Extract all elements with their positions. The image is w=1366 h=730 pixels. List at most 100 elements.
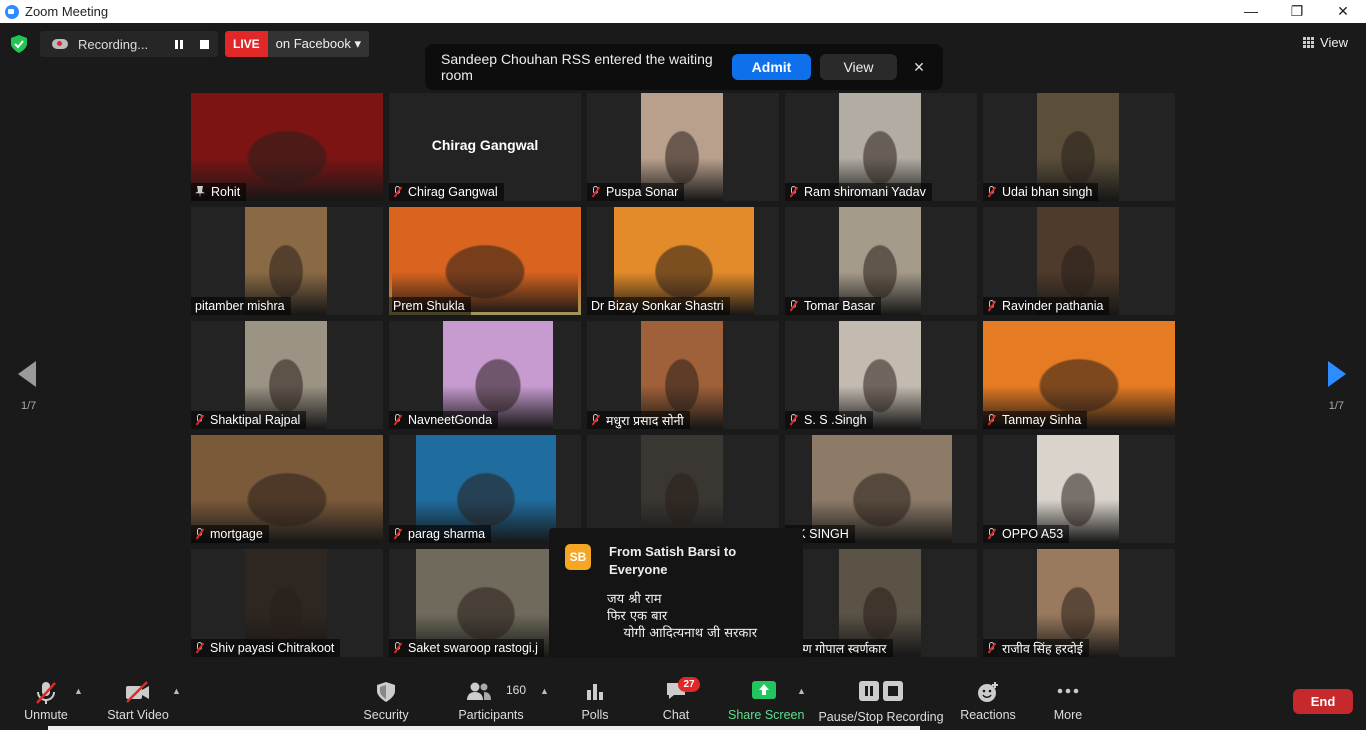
reactions-button[interactable]: Reactions bbox=[956, 672, 1020, 730]
participant-tile[interactable]: Shiv payasi Chitrakoot bbox=[191, 549, 383, 657]
muted-microphone-icon bbox=[36, 682, 56, 704]
security-label: Security bbox=[363, 708, 409, 722]
participant-tile[interactable]: Shaktipal Rajpal bbox=[191, 321, 383, 429]
participant-tile[interactable]: pitamber mishra bbox=[191, 207, 383, 315]
participant-tile[interactable]: OPPO A53 bbox=[983, 435, 1175, 543]
participant-tile[interactable]: Udai bhan singh bbox=[983, 93, 1175, 201]
participant-tile[interactable]: parag sharma bbox=[389, 435, 581, 543]
next-page-arrow-icon[interactable] bbox=[1328, 361, 1346, 387]
participant-tile[interactable]: S. S .Singh bbox=[785, 321, 977, 429]
participant-name: कृष्ण गोपाल स्वर्णकार bbox=[789, 641, 887, 656]
participants-button[interactable]: 160 Participants bbox=[458, 672, 526, 730]
stop-recording-icon[interactable] bbox=[200, 40, 209, 49]
chat-message: जय श्री राम फिर एक बार योगी आदित्यनाथ जी… bbox=[607, 592, 758, 641]
end-meeting-button[interactable]: End bbox=[1293, 689, 1353, 714]
close-notification-icon[interactable]: ✕ bbox=[912, 54, 926, 80]
window-controls: — ❐ ✕ bbox=[1228, 0, 1366, 23]
share-screen-icon bbox=[752, 681, 776, 699]
more-button[interactable]: More bbox=[1046, 672, 1090, 730]
cloud-recording-icon bbox=[52, 39, 68, 49]
participant-tile[interactable]: Prem Shukla bbox=[389, 207, 581, 315]
participant-name: parag sharma bbox=[408, 527, 486, 541]
participant-name: Saket swaroop rastogi.j bbox=[408, 641, 538, 655]
participant-name: Shiv payasi Chitrakoot bbox=[210, 641, 335, 655]
participant-name: राजीव सिंह हरदोई bbox=[1002, 641, 1083, 656]
chat-notification-popup[interactable]: SB From Satish Barsi to Everyone जय श्री… bbox=[549, 528, 803, 658]
pause-stop-recording-button[interactable]: Pause/Stop Recording bbox=[818, 672, 944, 730]
participant-name: Prem Shukla bbox=[393, 299, 465, 313]
view-label: View bbox=[1320, 35, 1348, 50]
participant-tile[interactable]: Puspa Sonar bbox=[587, 93, 779, 201]
view-waiting-room-button[interactable]: View bbox=[820, 54, 897, 80]
share-screen-button[interactable]: Share Screen bbox=[728, 672, 804, 730]
video-off-icon bbox=[126, 681, 149, 703]
participant-name: S. S .Singh bbox=[804, 413, 867, 427]
muted-mic-icon bbox=[393, 414, 402, 426]
chat-label: Chat bbox=[662, 708, 690, 722]
muted-mic-icon bbox=[591, 186, 600, 198]
participant-name-bar: Rohit bbox=[191, 183, 247, 201]
admit-button[interactable]: Admit bbox=[732, 54, 811, 80]
participant-tile[interactable]: mortgage bbox=[191, 435, 383, 543]
participant-video bbox=[641, 435, 723, 543]
polls-button[interactable]: Polls bbox=[572, 672, 618, 730]
muted-mic-icon bbox=[195, 528, 204, 540]
participants-label: Participants bbox=[458, 708, 524, 722]
share-options-caret-icon[interactable]: ▲ bbox=[797, 686, 806, 696]
zoom-logo-icon bbox=[5, 4, 19, 19]
participant-tile[interactable]: Tanmay Sinha bbox=[983, 321, 1175, 429]
pause-recording-icon[interactable] bbox=[175, 40, 183, 49]
pause-stop-recording-label: Pause/Stop Recording bbox=[818, 710, 944, 724]
participant-tile[interactable]: राजीव सिंह हरदोई bbox=[983, 549, 1175, 657]
participant-tile[interactable]: Dr Bizay Sonkar Shastri bbox=[587, 207, 779, 315]
participant-tile[interactable] bbox=[587, 435, 779, 543]
participant-name: Tanmay Sinha bbox=[1002, 413, 1082, 427]
participant-tile[interactable]: NavneetGonda bbox=[389, 321, 581, 429]
participant-name-bar: मधुरा प्रसाद सोनी bbox=[587, 411, 690, 429]
more-dots-icon bbox=[1057, 688, 1079, 694]
participant-name-bar: parag sharma bbox=[389, 525, 492, 543]
participant-name-bar: OPPO A53 bbox=[983, 525, 1070, 543]
participant-name: Udai bhan singh bbox=[1002, 185, 1093, 199]
pin-icon bbox=[195, 186, 205, 198]
muted-mic-icon bbox=[987, 528, 996, 540]
participant-tile[interactable]: Rohit bbox=[191, 93, 383, 201]
previous-page-arrow-icon[interactable] bbox=[18, 361, 36, 387]
video-options-caret-icon[interactable]: ▲ bbox=[172, 686, 181, 696]
participant-name-bar: Tomar Basar bbox=[785, 297, 881, 315]
audio-options-caret-icon[interactable]: ▲ bbox=[74, 686, 83, 696]
live-stream-indicator[interactable]: LIVE on Facebook ▾ bbox=[225, 31, 369, 57]
window-titlebar: Zoom Meeting — ❐ ✕ bbox=[0, 0, 1366, 23]
participant-tile[interactable]: SK SINGH bbox=[785, 435, 977, 543]
security-button[interactable]: Security bbox=[358, 672, 414, 730]
muted-mic-icon bbox=[195, 414, 204, 426]
close-icon[interactable]: ✕ bbox=[1320, 0, 1366, 23]
participant-tile[interactable]: Tomar Basar bbox=[785, 207, 977, 315]
participant-name-bar: Tanmay Sinha bbox=[983, 411, 1088, 429]
gallery-grid-icon bbox=[1303, 37, 1315, 48]
maximize-icon[interactable]: ❐ bbox=[1274, 0, 1320, 23]
participant-name: Tomar Basar bbox=[804, 299, 875, 313]
participant-tile[interactable]: Ravinder pathania bbox=[983, 207, 1175, 315]
participant-name-bar: Ram shiromani Yadav bbox=[785, 183, 932, 201]
unmute-button[interactable]: Unmute bbox=[16, 672, 76, 730]
sender-avatar: SB bbox=[565, 544, 591, 570]
participant-name-bar: Dr Bizay Sonkar Shastri bbox=[587, 297, 730, 315]
minimize-icon[interactable]: — bbox=[1228, 0, 1274, 23]
participants-options-caret-icon[interactable]: ▲ bbox=[540, 686, 549, 696]
muted-mic-icon bbox=[591, 414, 600, 426]
live-target-dropdown[interactable]: on Facebook ▾ bbox=[267, 31, 369, 57]
security-shield-icon bbox=[377, 682, 395, 702]
participant-tile[interactable]: Chirag Gangwal Chirag Gangwal bbox=[389, 93, 581, 201]
encryption-shield-icon[interactable] bbox=[11, 35, 27, 53]
view-button[interactable]: View bbox=[1303, 35, 1348, 50]
muted-mic-icon bbox=[987, 642, 996, 654]
participant-tile[interactable]: मधुरा प्रसाद सोनी bbox=[587, 321, 779, 429]
start-video-button[interactable]: Start Video bbox=[104, 672, 172, 730]
participant-tile[interactable]: Ram shiromani Yadav bbox=[785, 93, 977, 201]
participant-name: Dr Bizay Sonkar Shastri bbox=[591, 299, 724, 313]
window-title: Zoom Meeting bbox=[25, 4, 109, 19]
participant-tile[interactable]: कृष्ण गोपाल स्वर्णकार bbox=[785, 549, 977, 657]
waiting-room-notification: Sandeep Chouhan RSS entered the waiting … bbox=[425, 44, 943, 90]
reactions-label: Reactions bbox=[960, 708, 1016, 722]
